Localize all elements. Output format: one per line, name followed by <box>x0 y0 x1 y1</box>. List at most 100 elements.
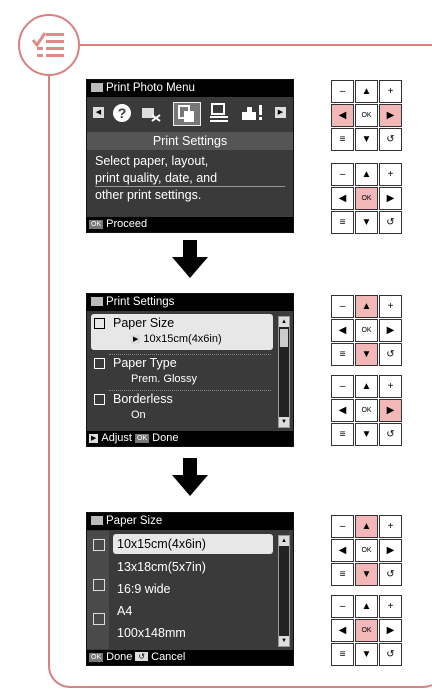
help-icon[interactable]: ? <box>111 102 133 124</box>
screen-header: Print Settings <box>87 294 293 311</box>
down-arrow-icon <box>172 240 208 283</box>
screen-header: Print Photo Menu <box>87 80 293 97</box>
footer-proceed-label: Proceed <box>106 218 148 230</box>
keypad-diagram: – ▲ + ◀ OK ▶ ≡ ▼ ↺ <box>331 595 403 667</box>
screen-footer: OK Done ↺ Cancel <box>87 650 293 665</box>
keypad-plus-key: + <box>379 163 402 186</box>
keypad-menu-key: ≡ <box>331 211 354 234</box>
paper-option[interactable]: 13x18cm(5x7in) <box>113 557 273 577</box>
ok-key-icon: OK <box>89 653 104 662</box>
paper-option[interactable]: 16:9 wide <box>113 579 273 599</box>
keypad-up-key: ▲ <box>355 375 378 398</box>
keypad-down-key: ▼ <box>355 643 378 666</box>
keypad-right-key: ▶ <box>379 399 402 422</box>
setting-label: Paper Size <box>113 316 175 330</box>
maintenance-icon[interactable] <box>239 102 265 124</box>
cancel-fax-icon[interactable] <box>139 102 163 124</box>
keypad-left-key: ◀ <box>331 619 354 642</box>
print-photo-menu-screen: Print Photo Menu ◀ ? ▶ Print Settings Se… <box>86 79 294 233</box>
keypad-up-key: ▲ <box>355 595 378 618</box>
setting-value: On <box>131 409 146 421</box>
keypad-back-key: ↺ <box>379 343 402 366</box>
category-column <box>87 531 109 649</box>
screen-title: Print Photo Menu <box>106 82 195 94</box>
keypad-down-key: ▼ <box>355 128 378 151</box>
keypad-up-key: ▲ <box>355 295 378 318</box>
keypad-ok-key: OK <box>355 104 378 127</box>
ok-key-icon: OK <box>135 434 150 443</box>
setting-paper-type[interactable]: Paper Type Prem. Glossy <box>91 354 273 390</box>
checklist-icon <box>31 32 64 57</box>
keypad-menu-key: ≡ <box>331 128 354 151</box>
down-arrow-icon <box>172 458 208 501</box>
screen-footer: OK Proceed <box>87 217 293 232</box>
setting-borderless[interactable]: Borderless On <box>91 390 273 426</box>
screen-footer: ▶ Adjust OK Done <box>87 431 293 446</box>
layout-icon[interactable] <box>207 102 231 124</box>
checklist-badge <box>18 14 80 76</box>
paper-size-icon <box>94 318 105 329</box>
scrollbar[interactable]: ▲ ▼ <box>278 535 290 647</box>
scroll-down-icon[interactable]: ▼ <box>279 417 289 427</box>
print-settings-screen: Print Settings Paper Size ▶ 10x15cm(4x6in… <box>86 293 294 447</box>
keypad-minus-key: – <box>331 595 354 618</box>
keypad-plus-key: + <box>379 375 402 398</box>
scroll-up-icon[interactable]: ▲ <box>279 536 289 546</box>
keypad-right-key: ▶ <box>379 319 402 342</box>
paper-option[interactable]: A4 <box>113 601 273 621</box>
scrollbar-thumb[interactable] <box>280 329 288 347</box>
description-line: print quality, date, and <box>95 171 218 185</box>
keypad-down-key: ▼ <box>355 343 378 366</box>
camera-icon <box>91 516 103 525</box>
print-settings-icon[interactable] <box>173 102 201 126</box>
setting-value: ▶ 10x15cm(4x6in) <box>131 333 222 345</box>
camera-icon <box>91 297 103 306</box>
screen-title: Print Settings <box>106 296 175 308</box>
paper-size-icon <box>93 539 105 551</box>
keypad-ok-key: OK <box>355 539 378 562</box>
keypad-right-key: ▶ <box>379 104 402 127</box>
paper-option[interactable]: 10x15cm(4x6in) <box>113 534 273 554</box>
scroll-up-icon[interactable]: ▲ <box>279 317 289 327</box>
keypad-back-key: ↺ <box>379 563 402 586</box>
keypad-back-key: ↺ <box>379 128 402 151</box>
keypad-left-key: ◀ <box>331 104 354 127</box>
setting-label: Paper Type <box>113 356 177 370</box>
ok-key-icon: OK <box>89 220 104 229</box>
keypad-plus-key: + <box>379 595 402 618</box>
keypad-left-key: ◀ <box>331 539 354 562</box>
keypad-minus-key: – <box>331 80 354 103</box>
borderless-icon <box>93 613 105 625</box>
footer-adjust-label: Adjust <box>101 432 132 444</box>
setting-value-text: 10x15cm(4x6in) <box>143 333 222 345</box>
keypad-down-key: ▼ <box>355 211 378 234</box>
keypad-down-key: ▼ <box>355 563 378 586</box>
paper-option[interactable]: 100x148mm <box>113 623 273 643</box>
paper-size-screen: Paper Size 10x15cm(4x6in) 13x18cm(5x7in)… <box>86 512 294 666</box>
setting-value: Prem. Glossy <box>131 373 198 385</box>
scroll-left-icon[interactable]: ◀ <box>93 107 104 118</box>
menu-icon-row: ◀ ? ▶ <box>87 100 293 128</box>
setting-paper-size[interactable]: Paper Size ▶ 10x15cm(4x6in) <box>91 314 273 350</box>
keypad-left-key: ◀ <box>331 319 354 342</box>
borderless-icon <box>94 394 105 405</box>
section-title: Print Settings <box>87 132 293 150</box>
back-key-icon: ↺ <box>135 652 149 661</box>
footer-done-label: Done <box>106 651 133 663</box>
keypad-right-key: ▶ <box>379 619 402 642</box>
camera-icon <box>91 83 103 92</box>
keypad-back-key: ↺ <box>379 423 402 446</box>
scrollbar[interactable]: ▲ ▼ <box>278 316 290 428</box>
svg-text:?: ? <box>118 105 127 121</box>
keypad-right-key: ▶ <box>379 187 402 210</box>
keypad-back-key: ↺ <box>379 211 402 234</box>
description-line: Select paper, layout, <box>95 154 209 168</box>
scroll-right-icon[interactable]: ▶ <box>275 107 286 118</box>
paper-type-icon <box>94 358 105 369</box>
keypad-menu-key: ≡ <box>331 343 354 366</box>
keypad-left-key: ◀ <box>331 187 354 210</box>
footer-cancel-label: Cancel <box>151 651 186 663</box>
scroll-down-icon[interactable]: ▼ <box>279 636 289 646</box>
keypad-left-key: ◀ <box>331 399 354 422</box>
keypad-minus-key: – <box>331 163 354 186</box>
